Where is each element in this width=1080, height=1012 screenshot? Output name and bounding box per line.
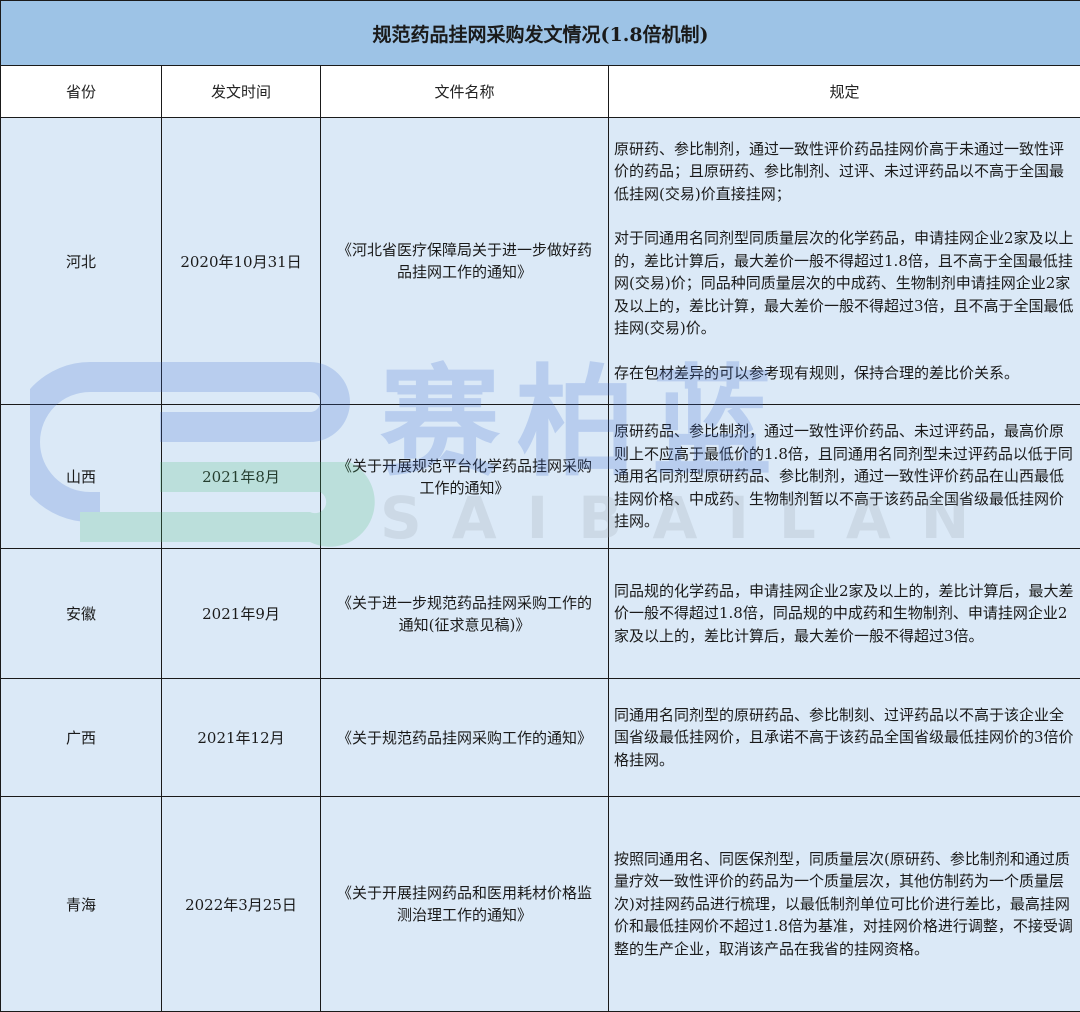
cell-rules: 原研药品、参比制剂，通过一致性评价药品、未过评药品，最高价原则上不应高于最低价的…	[607, 404, 1080, 549]
table-row: 安徽 2021年9月 《关于进一步规范药品挂网采购工作的通知(征求意见稿)》 同…	[0, 548, 1080, 679]
cell-document: 《关于进一步规范药品挂网采购工作的通知(征求意见稿)》	[320, 548, 609, 679]
table-row: 广西 2021年12月 《关于规范药品挂网采购工作的通知》 同通用名同剂型的原研…	[0, 678, 1080, 797]
rule-paragraph: 存在包材差异的可以参考现有规则，保持合理的差比价关系。	[614, 363, 1020, 382]
cell-document: 《河北省医疗保障局关于进一步做好药品挂网工作的通知》	[320, 117, 609, 405]
drug-listing-table: 规范药品挂网采购发文情况(1.8倍机制) 省份 发文时间 文件名称 规定 河北 …	[0, 0, 1080, 1012]
table-row: 河北 2020年10月31日 《河北省医疗保障局关于进一步做好药品挂网工作的通知…	[0, 117, 1080, 405]
cell-rules: 同品规的化学药品，申请挂网企业2家及以上的，差比计算后，最大差价一般不得超过1.…	[607, 548, 1080, 679]
rule-paragraph: 对于同通用名同剂型同质量层次的化学药品，申请挂网企业2家及以上的，差比计算后，最…	[614, 229, 1074, 338]
cell-rules: 原研药、参比制剂，通过一致性评价药品挂网价高于未通过一致性评价的药品；且原研药、…	[607, 117, 1080, 405]
header-date: 发文时间	[161, 65, 321, 118]
table-row: 青海 2022年3月25日 《关于开展挂网药品和医用耗材价格监测治理工作的通知》…	[0, 796, 1080, 1012]
cell-rules: 同通用名同剂型的原研药品、参比制刻、过评药品以不高于该企业全国省级最低挂网价，且…	[607, 678, 1080, 797]
cell-date: 2021年9月	[161, 548, 321, 679]
cell-date: 2021年8月	[161, 404, 321, 549]
header-province: 省份	[0, 65, 162, 118]
table-row: 山西 2021年8月 《关于开展规范平台化学药品挂网采购工作的通知》 原研药品、…	[0, 404, 1080, 549]
cell-province: 河北	[0, 117, 162, 405]
cell-date: 2021年12月	[161, 678, 321, 797]
header-document: 文件名称	[320, 65, 609, 118]
table-title: 规范药品挂网采购发文情况(1.8倍机制)	[0, 0, 1080, 66]
cell-province: 山西	[0, 404, 162, 549]
rule-paragraph: 原研药品、参比制剂，通过一致性评价药品、未过评药品，最高价原则上不应高于最低价的…	[614, 422, 1073, 531]
header-rules: 规定	[607, 65, 1080, 118]
rule-paragraph: 原研药、参比制剂，通过一致性评价药品挂网价高于未通过一致性评价的药品；且原研药、…	[614, 139, 1065, 203]
rule-paragraph: 同品规的化学药品，申请挂网企业2家及以上的，差比计算后，最大差价一般不得超过1.…	[614, 581, 1074, 645]
cell-document: 《关于开展规范平台化学药品挂网采购工作的通知》	[320, 404, 609, 549]
cell-document: 《关于开展挂网药品和医用耗材价格监测治理工作的通知》	[320, 796, 609, 1012]
cell-document: 《关于规范药品挂网采购工作的通知》	[320, 678, 609, 797]
cell-date: 2020年10月31日	[161, 117, 321, 405]
cell-rules: 按照同通用名、同医保剂型，同质量层次(原研药、参比制剂和通过质量疗效一致性评价的…	[607, 796, 1080, 1012]
cell-province: 青海	[0, 796, 162, 1012]
cell-province: 安徽	[0, 548, 162, 679]
cell-province: 广西	[0, 678, 162, 797]
rule-paragraph: 按照同通用名、同医保剂型，同质量层次(原研药、参比制剂和通过质量疗效一致性评价的…	[614, 849, 1073, 958]
cell-date: 2022年3月25日	[161, 796, 321, 1012]
rule-paragraph: 同通用名同剂型的原研药品、参比制刻、过评药品以不高于该企业全国省级最低挂网价，且…	[614, 705, 1074, 769]
